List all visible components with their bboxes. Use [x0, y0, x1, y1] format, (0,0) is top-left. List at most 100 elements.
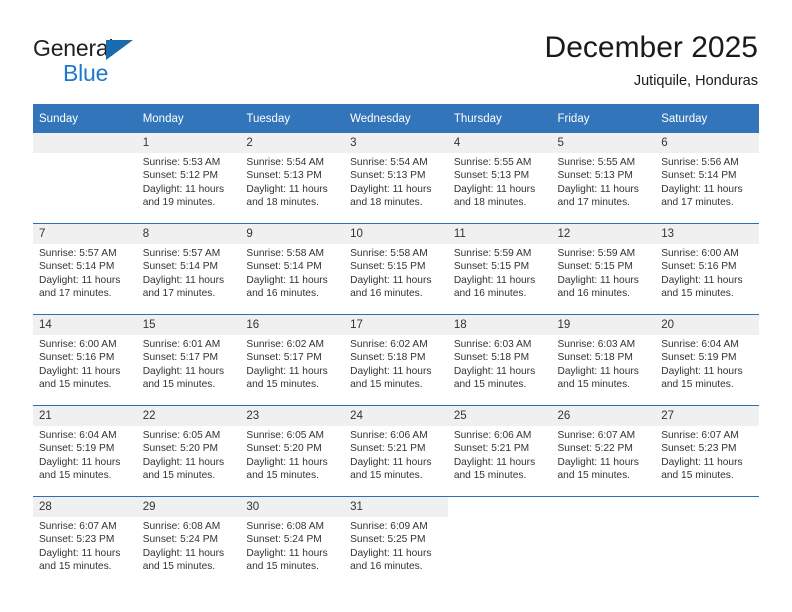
- day-number: 12: [551, 224, 656, 244]
- daylight-duration-line1: Daylight: 11 hours: [557, 456, 639, 468]
- day-number: 11: [447, 224, 552, 244]
- sunrise-time: Sunrise: 5:57 AM: [39, 248, 117, 259]
- daylight-duration-line2: and 15 minutes.: [661, 470, 734, 482]
- sunrise-time: Sunrise: 6:00 AM: [39, 339, 117, 350]
- sunset-time: Sunset: 5:18 PM: [557, 352, 633, 364]
- calendar-day-cell[interactable]: 7 Sunrise: 5:57 AM Sunset: 5:14 PM Daylight…: [33, 223, 137, 315]
- day-number: 27: [655, 406, 759, 426]
- sunset-time: Sunset: 5:21 PM: [453, 443, 530, 455]
- day-number: 3: [344, 133, 448, 153]
- calendar-day-cell[interactable]: 28 Sunrise: 6:07 AM Sunset: 5:23 PM Dayligh…: [33, 496, 137, 587]
- calendar-day-cell[interactable]: 9 Sunrise: 5:58 AM Sunset: 5:14 PM Daylight…: [240, 223, 345, 315]
- day-sun-info: Sunrise: 5:56 AM Sunset: 5:14 PM Daylight:…: [655, 153, 759, 210]
- sunset-time: Sunset: 5:25 PM: [350, 534, 426, 546]
- day-sun-info: Sunrise: 5:57 AM Sunset: 5:14 PM Daylight:…: [137, 244, 241, 301]
- daylight-duration-line1: Daylight: 11 hours: [453, 183, 536, 195]
- daylight-duration-line1: Daylight: 11 hours: [661, 365, 743, 377]
- daylight-duration-line1: Daylight: 11 hours: [142, 456, 225, 468]
- day-sun-info: Sunrise: 5:58 AM Sunset: 5:15 PM Daylight:…: [344, 244, 448, 301]
- day-number: [447, 497, 552, 517]
- calendar-day-cell[interactable]: 3 Sunrise: 5:54 AM Sunset: 5:13 PM Daylight…: [344, 133, 448, 224]
- day-number: 13: [655, 224, 759, 244]
- daylight-duration-line1: Daylight: 11 hours: [142, 547, 225, 559]
- calendar-page: General Blue December 2025 Jutiquile, Ho…: [0, 0, 792, 612]
- sunrise-time: Sunrise: 5:59 AM: [453, 248, 532, 259]
- day-number: 1: [136, 133, 241, 153]
- sunset-time: Sunset: 5:13 PM: [350, 170, 426, 182]
- day-sun-info: Sunrise: 6:08 AM Sunset: 5:24 PM Daylight:…: [137, 517, 241, 574]
- day-number: [33, 133, 137, 153]
- daylight-duration-line1: Daylight: 11 hours: [350, 547, 432, 559]
- daylight-duration-line2: and 15 minutes.: [39, 379, 112, 391]
- sunrise-time: Sunrise: 6:03 AM: [453, 339, 532, 350]
- calendar-body: 1 Sunrise: 5:53 AM Sunset: 5:12 PM Daylight…: [33, 133, 759, 587]
- sunrise-time: Sunrise: 6:08 AM: [246, 521, 324, 532]
- calendar-day-cell[interactable]: 22 Sunrise: 6:05 AM Sunset: 5:20 PM Dayligh…: [136, 405, 241, 497]
- daylight-duration-line1: Daylight: 11 hours: [661, 274, 743, 286]
- calendar-day-cell[interactable]: 18 Sunrise: 6:03 AM Sunset: 5:18 PM Dayligh…: [447, 314, 552, 406]
- calendar-day-cell[interactable]: 16 Sunrise: 6:02 AM Sunset: 5:17 PM Dayligh…: [240, 314, 345, 406]
- calendar-day-cell[interactable]: 21 Sunrise: 6:04 AM Sunset: 5:19 PM Dayligh…: [33, 405, 137, 497]
- calendar-day-cell[interactable]: 24 Sunrise: 6:06 AM Sunset: 5:21 PM Dayligh…: [344, 405, 448, 497]
- sunrise-time: Sunrise: 6:09 AM: [350, 521, 428, 532]
- calendar-table: Sunday Monday Tuesday Wednesday Thursday…: [33, 104, 759, 587]
- day-sun-info: Sunrise: 6:06 AM Sunset: 5:21 PM Daylight:…: [448, 426, 552, 483]
- calendar-day-cell[interactable]: 15 Sunrise: 6:01 AM Sunset: 5:17 PM Dayligh…: [136, 314, 241, 406]
- calendar-day-cell[interactable]: 19 Sunrise: 6:03 AM Sunset: 5:18 PM Dayligh…: [551, 314, 656, 406]
- day-sun-info: Sunrise: 6:02 AM Sunset: 5:18 PM Daylight:…: [344, 335, 448, 392]
- calendar-day-cell[interactable]: 8 Sunrise: 5:57 AM Sunset: 5:14 PM Daylight…: [136, 223, 241, 315]
- daylight-duration-line2: and 15 minutes.: [142, 379, 216, 391]
- sunrise-time: Sunrise: 6:08 AM: [142, 521, 221, 532]
- calendar-day-cell[interactable]: 1 Sunrise: 5:53 AM Sunset: 5:12 PM Daylight…: [136, 133, 241, 224]
- weekday-header-saturday: Saturday: [655, 104, 759, 133]
- calendar-day-cell[interactable]: 10 Sunrise: 5:58 AM Sunset: 5:15 PM Dayligh…: [344, 223, 448, 315]
- day-number: 28: [33, 497, 137, 517]
- daylight-duration-line1: Daylight: 11 hours: [142, 183, 225, 195]
- calendar-day-cell[interactable]: 2 Sunrise: 5:54 AM Sunset: 5:13 PM Daylight…: [240, 133, 345, 224]
- day-number: 8: [136, 224, 241, 244]
- sunrise-time: Sunrise: 5:55 AM: [557, 157, 636, 168]
- calendar-week-row: 28 Sunrise: 6:07 AM Sunset: 5:23 PM Dayligh…: [33, 496, 759, 587]
- calendar-day-cell[interactable]: 11 Sunrise: 5:59 AM Sunset: 5:15 PM Dayligh…: [447, 223, 552, 315]
- daylight-duration-line2: and 17 minutes.: [142, 288, 216, 300]
- calendar-day-cell[interactable]: 26 Sunrise: 6:07 AM Sunset: 5:22 PM Dayligh…: [551, 405, 656, 497]
- calendar-day-cell[interactable]: 12 Sunrise: 5:59 AM Sunset: 5:15 PM Dayligh…: [551, 223, 656, 315]
- day-number: 21: [33, 406, 137, 426]
- calendar-cell-empty: [447, 496, 552, 587]
- calendar-day-cell[interactable]: 6 Sunrise: 5:56 AM Sunset: 5:14 PM Daylight…: [655, 133, 759, 224]
- daylight-duration-line2: and 15 minutes.: [661, 288, 734, 300]
- sunrise-time: Sunrise: 6:02 AM: [246, 339, 324, 350]
- calendar-day-cell[interactable]: 14 Sunrise: 6:00 AM Sunset: 5:16 PM Dayligh…: [33, 314, 137, 406]
- daylight-duration-line2: and 15 minutes.: [142, 561, 216, 573]
- daylight-duration-line1: Daylight: 11 hours: [453, 365, 536, 377]
- sunrise-time: Sunrise: 6:07 AM: [661, 430, 739, 441]
- sunset-time: Sunset: 5:17 PM: [142, 352, 219, 364]
- calendar-day-cell[interactable]: 17 Sunrise: 6:02 AM Sunset: 5:18 PM Dayligh…: [344, 314, 448, 406]
- sunrise-time: Sunrise: 6:05 AM: [142, 430, 221, 441]
- calendar-week-row: 14 Sunrise: 6:00 AM Sunset: 5:16 PM Dayligh…: [33, 314, 759, 406]
- calendar-day-cell[interactable]: 30 Sunrise: 6:08 AM Sunset: 5:24 PM Dayligh…: [240, 496, 345, 587]
- daylight-duration-line1: Daylight: 11 hours: [453, 456, 536, 468]
- calendar-day-cell[interactable]: 29 Sunrise: 6:08 AM Sunset: 5:24 PM Dayligh…: [136, 496, 241, 587]
- daylight-duration-line1: Daylight: 11 hours: [39, 547, 121, 559]
- calendar-day-cell[interactable]: 31 Sunrise: 6:09 AM Sunset: 5:25 PM Dayligh…: [344, 496, 448, 587]
- calendar-day-cell[interactable]: 5 Sunrise: 5:55 AM Sunset: 5:13 PM Daylight…: [551, 133, 656, 224]
- daylight-duration-line2: and 15 minutes.: [557, 470, 631, 482]
- daylight-duration-line2: and 15 minutes.: [661, 379, 734, 391]
- calendar-day-cell[interactable]: 20 Sunrise: 6:04 AM Sunset: 5:19 PM Dayligh…: [655, 314, 759, 406]
- calendar-day-cell[interactable]: 13 Sunrise: 6:00 AM Sunset: 5:16 PM Dayligh…: [655, 223, 759, 315]
- calendar-day-cell[interactable]: 23 Sunrise: 6:05 AM Sunset: 5:20 PM Dayligh…: [240, 405, 345, 497]
- sunrise-time: Sunrise: 5:57 AM: [142, 248, 221, 259]
- day-sun-info: Sunrise: 6:04 AM Sunset: 5:19 PM Daylight:…: [33, 426, 137, 483]
- calendar-day-cell[interactable]: 25 Sunrise: 6:06 AM Sunset: 5:21 PM Dayligh…: [447, 405, 552, 497]
- day-number: 16: [240, 315, 345, 335]
- calendar-day-cell[interactable]: 27 Sunrise: 6:07 AM Sunset: 5:23 PM Dayligh…: [655, 405, 759, 497]
- day-sun-info: Sunrise: 6:02 AM Sunset: 5:17 PM Daylight:…: [240, 335, 344, 392]
- day-sun-info: Sunrise: 6:07 AM Sunset: 5:23 PM Daylight:…: [33, 517, 137, 574]
- calendar-day-cell[interactable]: 4 Sunrise: 5:55 AM Sunset: 5:13 PM Daylight…: [447, 133, 552, 224]
- general-blue-logo[interactable]: General Blue: [33, 36, 263, 90]
- day-sun-info: Sunrise: 5:55 AM Sunset: 5:13 PM Daylight:…: [552, 153, 656, 210]
- calendar-week-row: 1 Sunrise: 5:53 AM Sunset: 5:12 PM Daylight…: [33, 133, 759, 224]
- daylight-duration-line2: and 15 minutes.: [453, 379, 527, 391]
- sunset-time: Sunset: 5:20 PM: [246, 443, 322, 455]
